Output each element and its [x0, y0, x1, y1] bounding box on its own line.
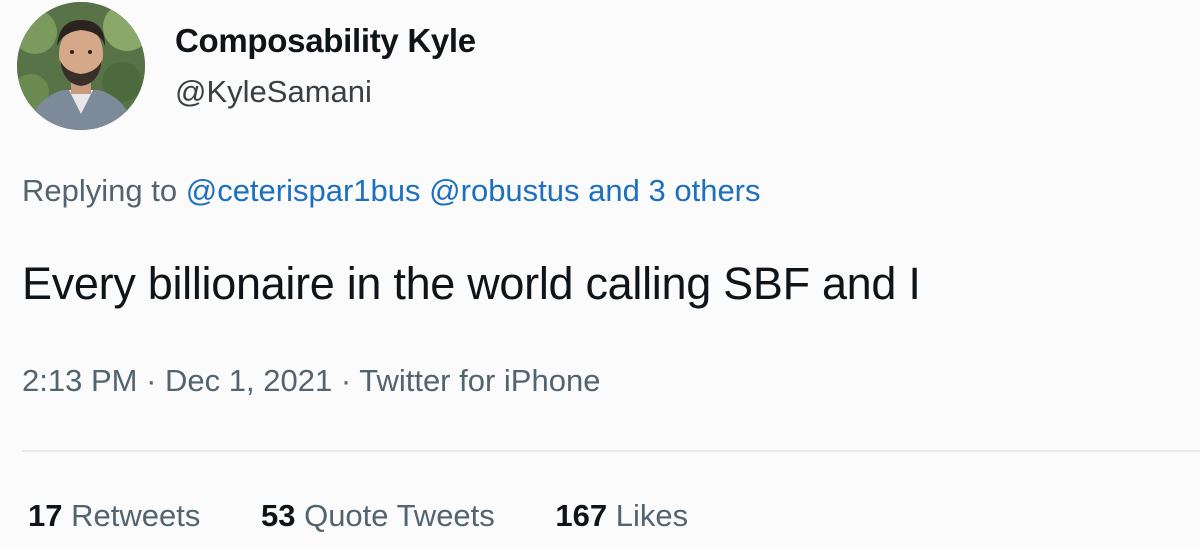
quote-tweets-label: Quote Tweets — [304, 498, 495, 533]
tweet-timestamp-time[interactable]: 2:13 PM — [22, 363, 137, 398]
replying-to-line: Replying to @ceterispar1bus @robustus an… — [22, 173, 761, 209]
tweet-text: Every billionaire in the world calling S… — [22, 258, 921, 309]
mention-link-robustus[interactable]: @robustus — [429, 173, 579, 208]
retweets-label: Retweets — [71, 498, 201, 533]
tweet-source[interactable]: Twitter for iPhone — [359, 363, 600, 398]
retweets-stat[interactable]: 17 Retweets — [28, 498, 200, 534]
likes-label: Likes — [615, 498, 689, 533]
tweet-timestamp-date[interactable]: Dec 1, 2021 — [165, 363, 332, 398]
replying-to-label: Replying to — [22, 173, 178, 208]
quote-tweets-count: 53 — [260, 498, 296, 533]
meta-separator: · — [146, 363, 157, 398]
likes-stat[interactable]: 167 Likes — [555, 498, 688, 534]
author-handle[interactable]: @KyleSamani — [175, 74, 372, 110]
avatar[interactable] — [17, 2, 145, 130]
avatar-photo — [17, 2, 145, 130]
engagement-stats: 17 Retweets 53 Quote Tweets 167 Likes — [28, 498, 740, 534]
author-display-name[interactable]: Composability Kyle — [175, 22, 476, 60]
mention-link-ceterispar1bus[interactable]: @ceterispar1bus — [186, 173, 421, 208]
divider — [22, 450, 1200, 452]
tweet-metadata: 2:13 PM · Dec 1, 2021 · Twitter for iPho… — [22, 363, 600, 399]
meta-separator: · — [340, 363, 352, 398]
retweets-count: 17 — [28, 498, 63, 533]
likes-count: 167 — [555, 498, 608, 533]
tweet-card: Composability Kyle @KyleSamani Replying … — [0, 0, 1200, 548]
quote-tweets-stat[interactable]: 53 Quote Tweets — [261, 498, 495, 534]
mention-link-others[interactable]: and 3 others — [588, 173, 760, 208]
